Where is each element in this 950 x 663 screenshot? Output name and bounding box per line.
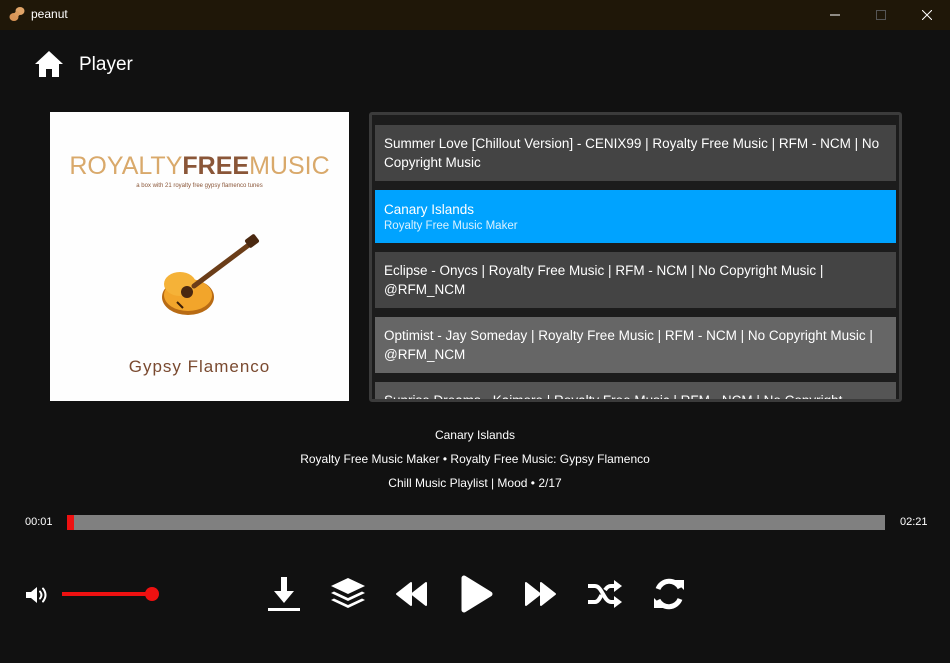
maximize-icon bbox=[876, 10, 886, 20]
now-playing-artist: Royalty Free Music Maker • Royalty Free … bbox=[300, 452, 650, 466]
title-bar: peanut bbox=[0, 0, 950, 30]
maximize-button[interactable] bbox=[858, 0, 904, 30]
playlist-item-artist: Royalty Free Music Maker bbox=[384, 220, 518, 232]
playlist-item[interactable]: Optimist - Jay Someday | Royalty Free Mu… bbox=[375, 317, 896, 373]
playlist-item-selected[interactable]: Canary Islands Royalty Free Music Maker bbox=[375, 190, 896, 243]
playlist-item-title: Optimist - Jay Someday | Royalty Free Mu… bbox=[384, 328, 873, 362]
total-time: 02:21 bbox=[900, 516, 928, 528]
art-subtitle: a box with 21 royalty free gypsy flamenc… bbox=[136, 183, 263, 189]
current-time: 00:01 bbox=[25, 516, 53, 528]
home-icon[interactable] bbox=[34, 50, 64, 78]
playlist-item-title: Sunrise Dreams - Kaimore | Royalty Free … bbox=[384, 393, 843, 402]
art-brand: ROYALTYFREEMUSIC bbox=[69, 152, 330, 180]
playlist-item[interactable]: Summer Love [Chillout Version] - CENIX99… bbox=[375, 125, 896, 181]
previous-button[interactable] bbox=[392, 575, 432, 613]
close-icon bbox=[922, 10, 932, 20]
layers-icon bbox=[331, 578, 365, 608]
previous-icon bbox=[396, 582, 427, 606]
now-playing-playlist: Chill Music Playlist | Mood • 2/17 bbox=[388, 476, 562, 490]
shuffle-icon bbox=[588, 580, 622, 608]
playlist-item[interactable]: Sunrise Dreams - Kaimore | Royalty Free … bbox=[375, 382, 896, 402]
art-album-name: Gypsy Flamenco bbox=[128, 357, 271, 376]
peanut-icon bbox=[9, 7, 25, 21]
play-icon bbox=[461, 575, 493, 613]
now-playing-title: Canary Islands bbox=[434, 428, 516, 442]
queue-button[interactable] bbox=[328, 575, 368, 613]
volume-slider[interactable] bbox=[62, 587, 159, 601]
playlist[interactable]: Summer Love [Chillout Version] - CENIX99… bbox=[369, 112, 902, 402]
play-button[interactable] bbox=[456, 575, 496, 613]
shuffle-button[interactable] bbox=[585, 575, 625, 613]
playlist-item-title: Canary Islands bbox=[384, 202, 475, 217]
next-icon bbox=[525, 582, 556, 606]
download-button[interactable] bbox=[264, 575, 304, 613]
app-title: peanut bbox=[31, 7, 68, 21]
minimize-button[interactable] bbox=[812, 0, 858, 30]
page-title: Player bbox=[79, 54, 133, 75]
next-button[interactable] bbox=[520, 575, 560, 613]
volume-fill bbox=[62, 592, 152, 596]
close-button[interactable] bbox=[904, 0, 950, 30]
playlist-item-title: Eclipse - Onycs | Royalty Free Music | R… bbox=[384, 263, 824, 297]
progress-fill bbox=[67, 515, 74, 530]
repeat-button[interactable] bbox=[649, 575, 689, 613]
volume-thumb[interactable] bbox=[145, 587, 159, 601]
volume-icon[interactable] bbox=[25, 585, 49, 605]
progress-bar[interactable] bbox=[67, 515, 885, 530]
repeat-icon bbox=[654, 578, 684, 610]
guitar-image bbox=[162, 234, 259, 315]
album-art: ROYALTYFREEMUSIC a box with 21 royalty f… bbox=[50, 112, 349, 401]
playlist-item-title: Summer Love [Chillout Version] - CENIX99… bbox=[384, 136, 880, 170]
playlist-item[interactable]: Eclipse - Onycs | Royalty Free Music | R… bbox=[375, 252, 896, 308]
minimize-icon bbox=[830, 14, 840, 16]
download-icon bbox=[268, 577, 300, 611]
